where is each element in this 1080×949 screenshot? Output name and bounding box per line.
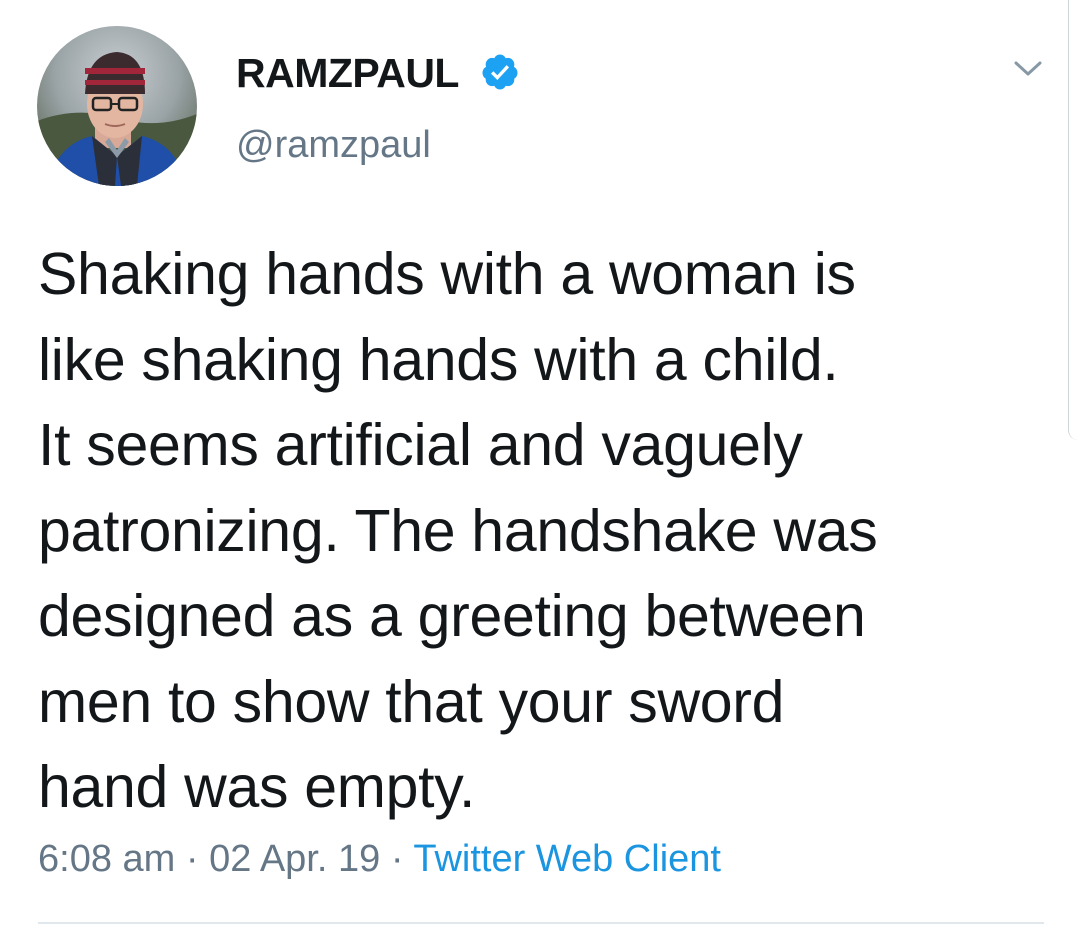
divider	[38, 922, 1044, 924]
tweet-text-line: It seems artificial and vaguely	[38, 412, 803, 478]
profile-photo	[37, 52, 197, 186]
meta-separator: ·	[390, 838, 404, 880]
tweet-text-line: Shaking hands with a woman is	[38, 241, 856, 307]
tweet-text-line: like shaking hands with a child.	[38, 326, 839, 393]
tweet-date[interactable]: 02 Apr. 19	[209, 838, 380, 880]
avatar[interactable]	[37, 26, 197, 186]
tweet-text-line: patronizing. The handshake was	[38, 497, 878, 564]
meta-separator: ·	[185, 838, 199, 880]
tweet-card: RAMZPAUL @ramzpaul Shaking hands with a …	[0, 0, 1080, 949]
tweet-text-line: designed as a greeting between	[38, 583, 866, 649]
tweet-text-line: men to show that your sword	[38, 668, 785, 735]
user-handle[interactable]: @ramzpaul	[236, 123, 431, 167]
display-name[interactable]: RAMZPAUL	[236, 50, 459, 96]
chevron-down-icon[interactable]	[1010, 56, 1046, 82]
tweet-metadata: 6:08 am · 02 Apr. 19 · Twitter Web Clien…	[38, 836, 721, 882]
tweet-source-link[interactable]: Twitter Web Client	[413, 838, 721, 880]
tweet-text-line: hand was empty.	[38, 754, 476, 820]
tweet-text: Shaking hands with a woman is like shaki…	[38, 232, 1048, 831]
scrollbar-edge	[1068, 0, 1080, 440]
verified-badge-icon	[482, 54, 518, 90]
tweet-time[interactable]: 6:08 am	[38, 838, 175, 880]
